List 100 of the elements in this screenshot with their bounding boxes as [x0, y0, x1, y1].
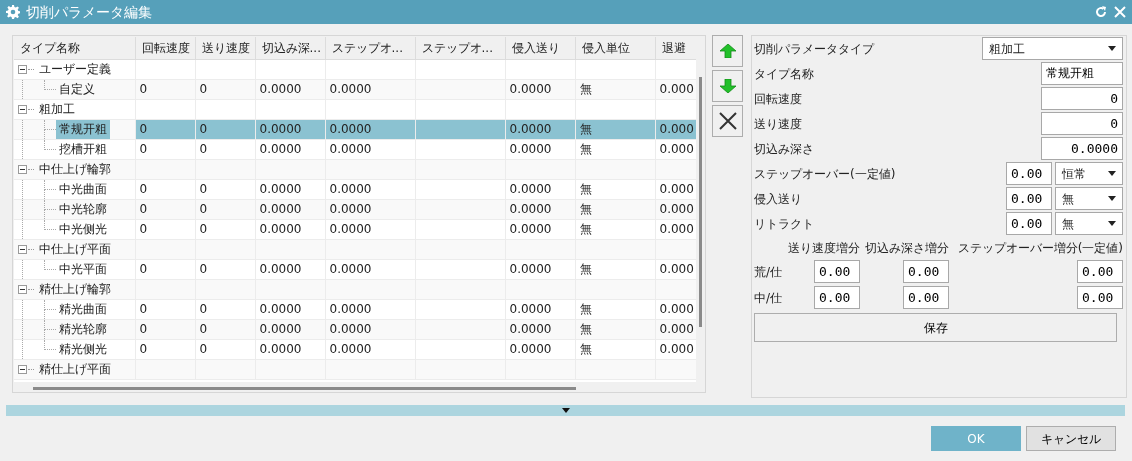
- field-label: 切込み深さ: [754, 140, 815, 158]
- column-header[interactable]: 回転速度: [135, 37, 195, 59]
- row-name[interactable]: 精光曲面: [56, 299, 110, 319]
- input-field[interactable]: 0.0000: [1041, 137, 1123, 160]
- table-cell: 0.000: [655, 339, 696, 359]
- input-field[interactable]: 0.00: [903, 286, 949, 309]
- input-field[interactable]: 0.00: [1077, 286, 1123, 309]
- input-field[interactable]: 0.00: [814, 260, 860, 283]
- table-cell: 0.0000: [505, 219, 575, 239]
- table-cell: 無: [575, 139, 655, 159]
- table-cell: 0.0000: [255, 179, 325, 199]
- table-cell: 無: [575, 219, 655, 239]
- row-name[interactable]: ユーザー定義: [36, 59, 114, 79]
- scrollbar-thumb[interactable]: [699, 77, 702, 327]
- input-field[interactable]: 常规开粗: [1041, 62, 1123, 85]
- caret-icon: [1108, 221, 1116, 226]
- table-cell: 0.0000: [325, 179, 415, 199]
- scrollbar-thumb[interactable]: [33, 387, 576, 390]
- cancel-button[interactable]: キャンセル: [1026, 426, 1116, 451]
- table-cell: 0: [135, 219, 195, 239]
- expander-icon[interactable]: [18, 364, 27, 374]
- column-header[interactable]: 切込み深...: [255, 37, 325, 59]
- move-up-button[interactable]: [712, 35, 743, 67]
- table-cell: 無: [575, 259, 655, 279]
- table-cell: 0: [135, 139, 195, 159]
- field-label: タイプ名称: [754, 65, 815, 83]
- table-cell: 0: [195, 299, 255, 319]
- table-cell: 0: [195, 259, 255, 279]
- expander-icon[interactable]: [18, 104, 27, 114]
- column-header[interactable]: ステップオ...: [415, 37, 505, 59]
- table-cell: 無: [575, 299, 655, 319]
- column-header[interactable]: 侵入単位: [575, 37, 655, 59]
- table-cell: 0.0000: [255, 139, 325, 159]
- row-label: 荒/仕: [754, 263, 784, 281]
- input-field[interactable]: 0.00: [1077, 260, 1123, 283]
- column-header: 切込み深さ増分: [864, 240, 949, 257]
- table-cell: 0.0000: [255, 259, 325, 279]
- table-cell: 0: [135, 339, 195, 359]
- table-cell: 0.0000: [325, 339, 415, 359]
- table-cell: 0.0000: [255, 219, 325, 239]
- close-icon: [718, 112, 737, 130]
- table-cell: 0: [195, 339, 255, 359]
- field-label: 侵入送り: [754, 190, 803, 208]
- input-field[interactable]: 0: [1041, 87, 1123, 110]
- row-name[interactable]: 挖槽开粗: [56, 139, 110, 159]
- input-field[interactable]: 0: [1041, 112, 1123, 135]
- save-button[interactable]: 保存: [754, 313, 1117, 342]
- window-title: 切削パラメータ編集: [26, 2, 153, 22]
- table-cell: 0.0000: [325, 259, 415, 279]
- row-name[interactable]: 精光侧光: [56, 339, 110, 359]
- column-header[interactable]: ステップオ...: [325, 37, 415, 59]
- dropdown[interactable]: 無: [1055, 212, 1123, 235]
- table-cell: 0: [135, 259, 195, 279]
- expander-icon[interactable]: [18, 244, 27, 254]
- field-label: リトラクト: [754, 215, 815, 233]
- table-cell: 0: [135, 299, 195, 319]
- row-name[interactable]: 粗加工: [36, 99, 78, 119]
- caret-icon: [1108, 196, 1116, 201]
- refresh-icon[interactable]: [1094, 5, 1108, 19]
- input-field[interactable]: 0.00: [1006, 187, 1052, 210]
- delete-button[interactable]: [712, 105, 743, 137]
- table-cell: 0.0000: [505, 339, 575, 359]
- row-label: 中/仕: [754, 289, 784, 307]
- input-field[interactable]: 0.00: [1006, 212, 1052, 235]
- input-field[interactable]: 0.00: [903, 260, 949, 283]
- table-cell: 0.0000: [325, 139, 415, 159]
- column-header[interactable]: 侵入送り: [505, 37, 575, 59]
- table-cell: 無: [575, 339, 655, 359]
- gear-icon: [6, 5, 20, 19]
- field-label: 切削パラメータタイプ: [754, 40, 876, 58]
- expander-icon[interactable]: [18, 164, 27, 174]
- field-label: 回転速度: [754, 90, 803, 108]
- column-header[interactable]: 退避: [655, 37, 696, 59]
- arrow-up-icon: [719, 44, 736, 58]
- table-cell: 無: [575, 179, 655, 199]
- table-cell: 0.0000: [505, 139, 575, 159]
- dropdown[interactable]: 無: [1055, 187, 1123, 210]
- table-cell: 0.0000: [255, 339, 325, 359]
- expander-icon[interactable]: [18, 64, 27, 74]
- collapse-icon[interactable]: [561, 408, 570, 413]
- input-field[interactable]: 0.00: [1006, 162, 1052, 185]
- table-cell: 0: [195, 179, 255, 199]
- close-icon[interactable]: [1114, 6, 1126, 18]
- table-cell: 0: [195, 219, 255, 239]
- column-header: ステップオーバー増分(一定値): [956, 240, 1123, 257]
- expander-icon[interactable]: [18, 284, 27, 294]
- table-cell: 0.0000: [505, 179, 575, 199]
- row-name[interactable]: 中光侧光: [56, 219, 110, 239]
- dropdown[interactable]: 粗加工: [982, 37, 1123, 60]
- input-field[interactable]: 0.00: [814, 286, 860, 309]
- row-name[interactable]: 中光曲面: [56, 179, 110, 199]
- column-header[interactable]: 送り速度: [195, 37, 255, 59]
- dropdown[interactable]: 恒常: [1055, 162, 1123, 185]
- table-cell: 0.0000: [505, 259, 575, 279]
- column-header[interactable]: タイプ名称: [14, 37, 135, 59]
- table-cell: 0.0000: [505, 299, 575, 319]
- table-cell: 0.0000: [255, 299, 325, 319]
- arrow-down-icon: [719, 79, 736, 93]
- row-name[interactable]: 中光平面: [56, 259, 110, 279]
- table-cell: 0: [195, 139, 255, 159]
